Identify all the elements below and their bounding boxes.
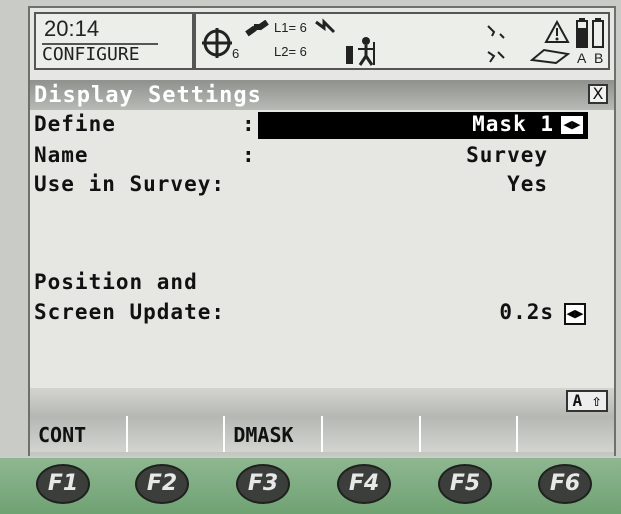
link-status-icon (487, 25, 505, 63)
sat-count: 6 (232, 46, 240, 61)
l2-count: L2= 6 (274, 44, 307, 59)
input-mode-indicator: A ⇧ (566, 390, 608, 412)
f6-key[interactable]: F6 (538, 464, 592, 504)
f1-key[interactable]: F1 (36, 464, 90, 504)
softkey-bar: CONT DMASK (30, 416, 615, 456)
define-separator: : (242, 112, 256, 136)
use-in-survey-value[interactable]: Yes (507, 172, 548, 196)
close-button[interactable]: X (588, 84, 608, 104)
function-keys: F1 F2 F3 F4 F5 F6 (0, 458, 621, 514)
softkey-cont[interactable]: CONT (30, 416, 128, 452)
f5-key[interactable]: F5 (438, 464, 492, 504)
softkey-6[interactable] (518, 416, 615, 452)
name-value[interactable]: Survey (466, 143, 548, 167)
rover-person-icon (346, 37, 375, 66)
dialog-title-bar: Display Settings X (30, 80, 614, 110)
softkey-2[interactable] (127, 416, 226, 452)
define-lr-arrows-icon[interactable]: ◀▶ (560, 115, 584, 135)
battery-b-icon (592, 18, 604, 48)
name-separator: : (242, 143, 256, 167)
softkey-4[interactable] (323, 416, 421, 452)
f2-key[interactable]: F2 (135, 464, 189, 504)
battery-b-label: B (594, 50, 604, 66)
position-crosshair-icon (202, 28, 232, 58)
position-update-value[interactable]: 0.2s (499, 300, 554, 324)
memory-card-icon (530, 48, 570, 64)
softkey-dmask[interactable]: DMASK (225, 416, 324, 452)
use-in-survey-label: Use in Survey: (34, 172, 226, 196)
status-bar: 20:14 CONFIGURE 6 L1= 6 L2= 6 A B (30, 8, 614, 80)
dialog-title: Display Settings (34, 83, 262, 108)
define-select[interactable]: Mask 1 ◀▶ (258, 112, 588, 139)
device-screen: 20:14 CONFIGURE 6 L1= 6 L2= 6 A B Displa… (28, 6, 616, 456)
clock: 20:14 (44, 16, 100, 41)
define-label: Define (34, 112, 116, 136)
battery-a-icon (576, 18, 588, 48)
f3-key[interactable]: F3 (236, 464, 290, 504)
mode-label: CONFIGURE (42, 44, 140, 65)
position-update-label-line1: Position and (34, 270, 198, 294)
l1-count: L1= 6 (274, 20, 307, 35)
signal-bolt-icon (315, 18, 336, 34)
time-mode-box: 20:14 CONFIGURE (34, 12, 194, 70)
satellite-icon (245, 20, 269, 37)
radio-warning-icon (544, 20, 570, 43)
name-label: Name (34, 143, 89, 167)
position-update-label-line2: Screen Update: (34, 300, 226, 324)
bottom-strip (30, 388, 614, 418)
battery-a-label: A (577, 50, 587, 66)
define-value: Mask 1 (472, 112, 554, 136)
f4-key[interactable]: F4 (337, 464, 391, 504)
position-update-lr-arrows-icon[interactable]: ◀▶ (564, 303, 586, 325)
status-icons: 6 L1= 6 L2= 6 A B (194, 12, 610, 70)
softkey-5[interactable] (420, 416, 519, 452)
